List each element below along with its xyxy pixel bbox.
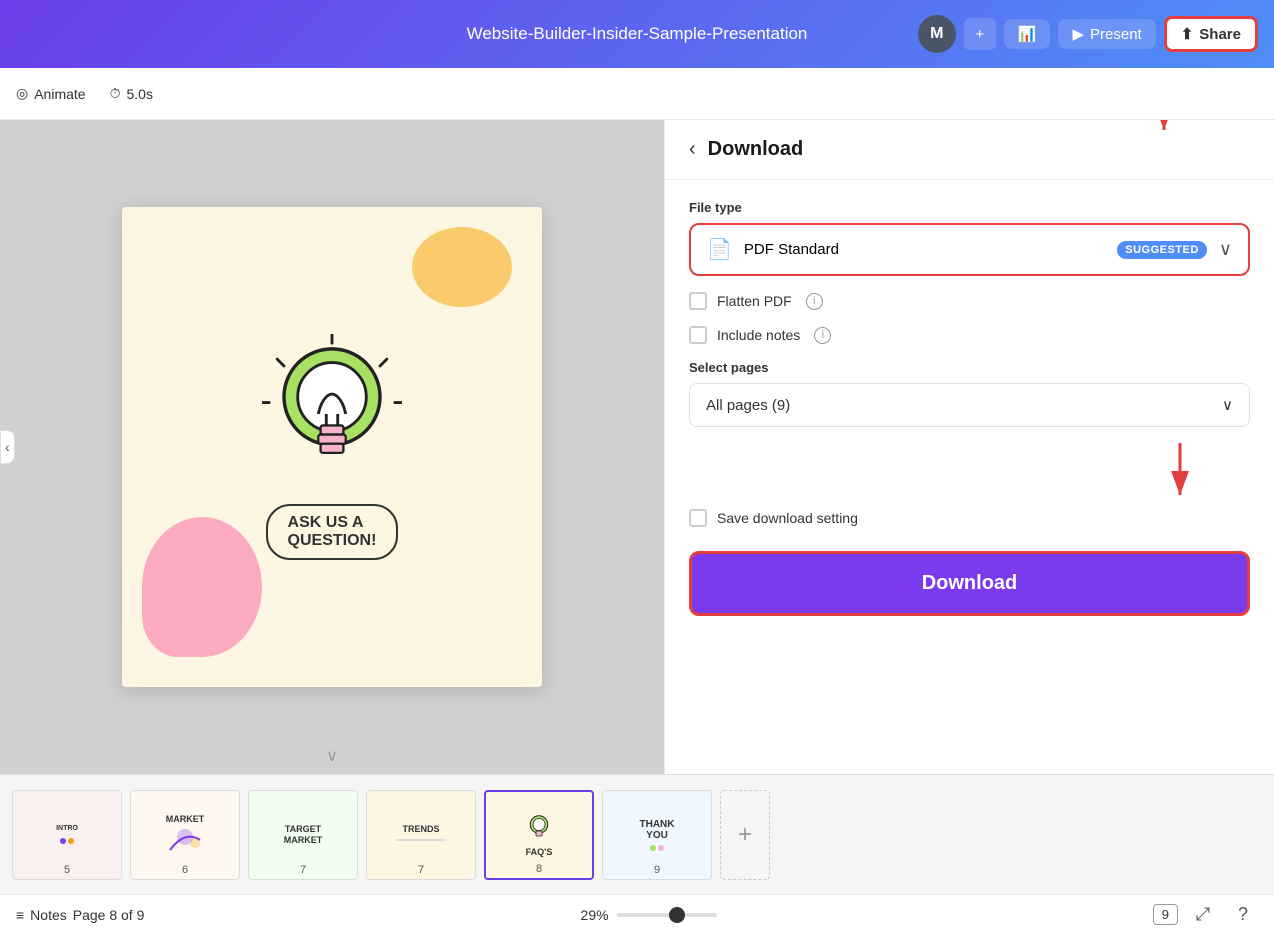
add-page-button[interactable]: +	[720, 790, 770, 880]
thumb-8-number: 7	[418, 864, 424, 876]
help-button[interactable]: ?	[1228, 900, 1258, 930]
thumb-7-number: 7	[300, 864, 306, 876]
add-button[interactable]: +	[964, 18, 996, 50]
thumb-10-number: 9	[654, 864, 660, 876]
clock-icon: ⏱	[110, 85, 121, 102]
duration-button[interactable]: ⏱ 5.0s	[110, 85, 153, 102]
thumbnail-strip: INTRO 5 MARKET 6 TARGETMARKET 7 TREND	[0, 774, 1274, 894]
zoom-slider[interactable]	[617, 913, 717, 917]
main-content: ‹	[0, 120, 1274, 774]
slide-preview: ASK US AQUESTION!	[122, 207, 542, 687]
select-pages-section: Select pages All pages (9) ∨	[689, 360, 1250, 427]
thumb-9-number: 8	[536, 863, 542, 875]
thumb-5-number: 5	[64, 864, 70, 876]
page-indicator: 9	[1153, 904, 1178, 925]
download-button[interactable]: Download	[689, 551, 1250, 616]
thumb-8-label: TRENDS	[402, 824, 439, 835]
analytics-icon: 📊	[1018, 25, 1037, 43]
save-setting-label: Save download setting	[717, 510, 858, 526]
file-icon: 📄	[707, 237, 732, 262]
fullscreen-button[interactable]: ⤢	[1188, 900, 1218, 930]
thumb-9-label: FAQ'S	[526, 847, 553, 858]
toolbar: ◎ Animate ⏱ 5.0s	[0, 68, 1274, 120]
save-setting-row[interactable]: Save download setting	[689, 509, 1250, 527]
statusbar: ≡ Notes Page 8 of 9 29% 9 ⤢ ?	[0, 894, 1274, 934]
topbar-right: M + 📊 ▶ Present ⬆ Share	[918, 15, 1258, 53]
annotation-arrow-mid	[689, 443, 1210, 503]
thumb-5-label: INTRO	[56, 825, 78, 833]
thumb-5-shapes	[60, 838, 74, 844]
file-type-section: File type 📄 PDF Standard SUGGESTED ∨	[689, 200, 1250, 276]
thumb-6-number: 6	[182, 864, 188, 876]
page-info-label: Page 8 of 9	[73, 907, 145, 923]
share-icon: ⬆	[1181, 25, 1194, 43]
thumb-9-bulb	[524, 812, 554, 847]
flatten-pdf-checkbox[interactable]	[689, 292, 707, 310]
statusbar-left: ≡ Notes Page 8 of 9	[16, 907, 144, 923]
notes-icon: ≡	[16, 907, 24, 923]
thumbnail-7[interactable]: TARGETMARKET 7	[248, 790, 358, 880]
back-icon: ‹	[689, 138, 696, 161]
thumb-6-chart	[165, 825, 205, 855]
thumb-7-label: TARGETMARKET	[284, 824, 323, 846]
thumbnail-8[interactable]: TRENDS 7	[366, 790, 476, 880]
thumb-10-dots	[650, 845, 664, 851]
flatten-pdf-label: Flatten PDF	[717, 293, 792, 309]
save-setting-checkbox[interactable]	[689, 509, 707, 527]
red-arrow-top-svg	[1134, 120, 1194, 140]
notes-label[interactable]: Notes	[30, 907, 67, 923]
file-type-label: File type	[689, 200, 1250, 215]
download-panel: ‹ Download File type 📄 PDF Standard SUGG…	[664, 120, 1274, 774]
red-arrow-mid-svg	[1150, 443, 1210, 503]
pages-dropdown[interactable]: All pages (9) ∨	[689, 383, 1250, 427]
statusbar-center: 29%	[581, 907, 717, 923]
panel-title: Download	[708, 138, 804, 161]
file-type-value: PDF Standard	[744, 241, 1105, 258]
decorative-shape-orange	[412, 227, 512, 307]
chevron-down-icon: ∨	[1219, 239, 1232, 260]
flatten-pdf-row[interactable]: Flatten PDF i	[689, 292, 1250, 310]
zoom-thumb	[669, 907, 685, 923]
pages-chevron-icon: ∨	[1222, 396, 1233, 414]
all-pages-value: All pages (9)	[706, 397, 790, 414]
zoom-level-label: 29%	[581, 907, 609, 923]
avatar[interactable]: M	[918, 15, 956, 53]
decorative-shape-pink	[142, 517, 262, 657]
share-button[interactable]: ⬆ Share	[1164, 16, 1258, 52]
include-notes-row[interactable]: Include notes i	[689, 326, 1250, 344]
thumbnail-6[interactable]: MARKET 6	[130, 790, 240, 880]
present-icon: ▶	[1072, 25, 1084, 43]
canvas-area: ‹	[0, 120, 664, 774]
scroll-indicator: ∨	[326, 746, 338, 766]
collapse-panel-button[interactable]: ‹	[0, 430, 15, 464]
include-notes-info-icon[interactable]: i	[814, 327, 831, 344]
include-notes-checkbox[interactable]	[689, 326, 707, 344]
annotation-arrow-top	[1134, 120, 1194, 145]
present-button[interactable]: ▶ Present	[1058, 19, 1155, 49]
document-title: Website-Builder-Insider-Sample-Presentat…	[467, 24, 808, 44]
select-pages-label: Select pages	[689, 360, 1250, 375]
flatten-pdf-info-icon[interactable]: i	[806, 293, 823, 310]
thumb-8-line	[396, 839, 446, 841]
animate-icon: ◎	[16, 85, 28, 102]
animate-button[interactable]: ◎ Animate	[16, 85, 86, 102]
topbar: Website-Builder-Insider-Sample-Presentat…	[0, 0, 1274, 68]
analytics-button[interactable]: 📊	[1004, 19, 1051, 49]
panel-body: File type 📄 PDF Standard SUGGESTED ∨ Fla…	[665, 180, 1274, 636]
thumb-6-label: MARKET	[166, 814, 205, 825]
statusbar-right: 9 ⤢ ?	[1153, 900, 1258, 930]
thumbnail-5[interactable]: INTRO 5	[12, 790, 122, 880]
lightbulb-icon	[262, 334, 402, 494]
thumbnail-10[interactable]: THANKYOU 9	[602, 790, 712, 880]
thumb-10-label: THANKYOU	[640, 819, 675, 841]
ask-question-button: ASK US AQUESTION!	[266, 504, 399, 560]
include-notes-label: Include notes	[717, 327, 800, 343]
thumbnail-9[interactable]: FAQ'S 8	[484, 790, 594, 880]
back-button[interactable]: ‹	[689, 138, 696, 161]
file-type-dropdown[interactable]: 📄 PDF Standard SUGGESTED ∨	[689, 223, 1250, 276]
suggested-badge: SUGGESTED	[1117, 241, 1207, 259]
